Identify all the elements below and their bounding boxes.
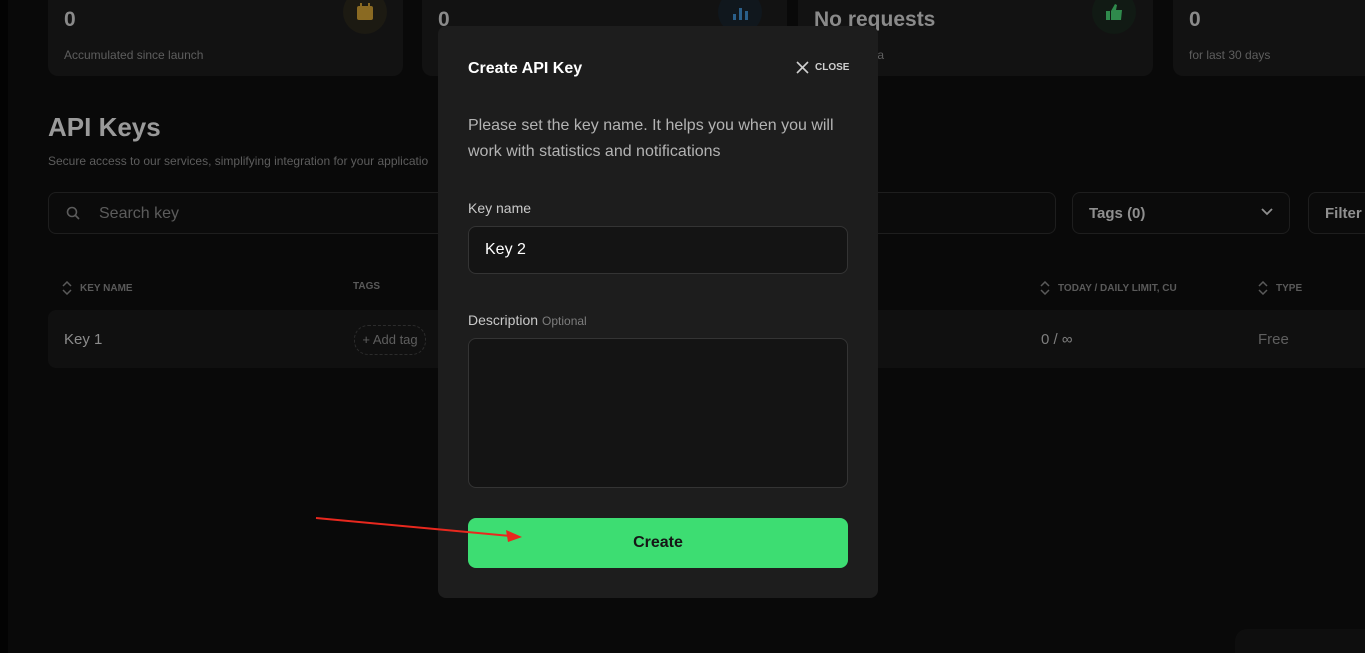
column-header-label: TODAY / DAILY LIMIT, CU [1058,282,1177,294]
close-button[interactable]: CLOSE [796,61,849,74]
column-header-label: TYPE [1276,282,1303,294]
sort-icon [1258,281,1268,295]
key-name-label: Key name [468,200,532,216]
sort-icon [1040,281,1050,295]
column-header-label: KEY NAME [80,282,133,294]
chevron-down-icon [1261,208,1273,216]
corner-widget [1235,629,1365,653]
close-icon [796,61,809,74]
stat-card-total: 0 Accumulated since launch [48,0,403,76]
today-limit-cell: 0 / ∞ [1041,331,1073,348]
filter-button-label: Filter [1325,205,1362,222]
modal-description: Please set the key name. It helps you wh… [468,117,834,160]
stat-caption: Accumulated since launch [64,48,204,62]
page-subtitle: Secure access to our services, simplifyi… [48,154,429,168]
stat-caption: for last 30 days [1189,48,1271,62]
column-header-today-limit[interactable]: TODAY / DAILY LIMIT, CU [1040,281,1177,295]
stat-card-30days: 0 for last 30 days [1173,0,1365,76]
modal-title: Create API Key [468,60,583,77]
page-title: API Keys [48,112,161,142]
tags-dropdown-label: Tags (0) [1089,205,1146,222]
description-textarea[interactable] [468,338,848,488]
sort-icon [62,281,72,295]
description-label-text: Description [468,312,539,328]
optional-badge: Optional [542,314,587,328]
close-label: CLOSE [815,62,850,73]
column-header-key-name[interactable]: KEY NAME [62,281,133,295]
stat-value: 0 [1189,8,1201,31]
calendar-icon [343,0,387,34]
stat-value: 0 [64,8,76,31]
create-button[interactable]: Create [468,518,848,568]
column-header-label: TAGS [353,281,381,292]
description-label: Description Optional [468,312,587,328]
type-cell: Free [1258,331,1289,348]
column-header-tags: TAGS [353,281,380,292]
column-header-type[interactable]: TYPE [1258,281,1302,295]
thumbs-up-icon [1092,0,1136,34]
tags-dropdown[interactable]: Tags (0) [1072,192,1290,234]
add-tag-button[interactable]: + Add tag [354,325,426,355]
create-api-key-modal: Create API Key CLOSE Please set the key … [438,26,878,598]
filter-button[interactable]: Filter [1308,192,1365,234]
left-edge [0,0,8,653]
search-icon [66,206,80,220]
key-name-cell: Key 1 [64,331,103,348]
key-name-input[interactable] [468,226,848,274]
